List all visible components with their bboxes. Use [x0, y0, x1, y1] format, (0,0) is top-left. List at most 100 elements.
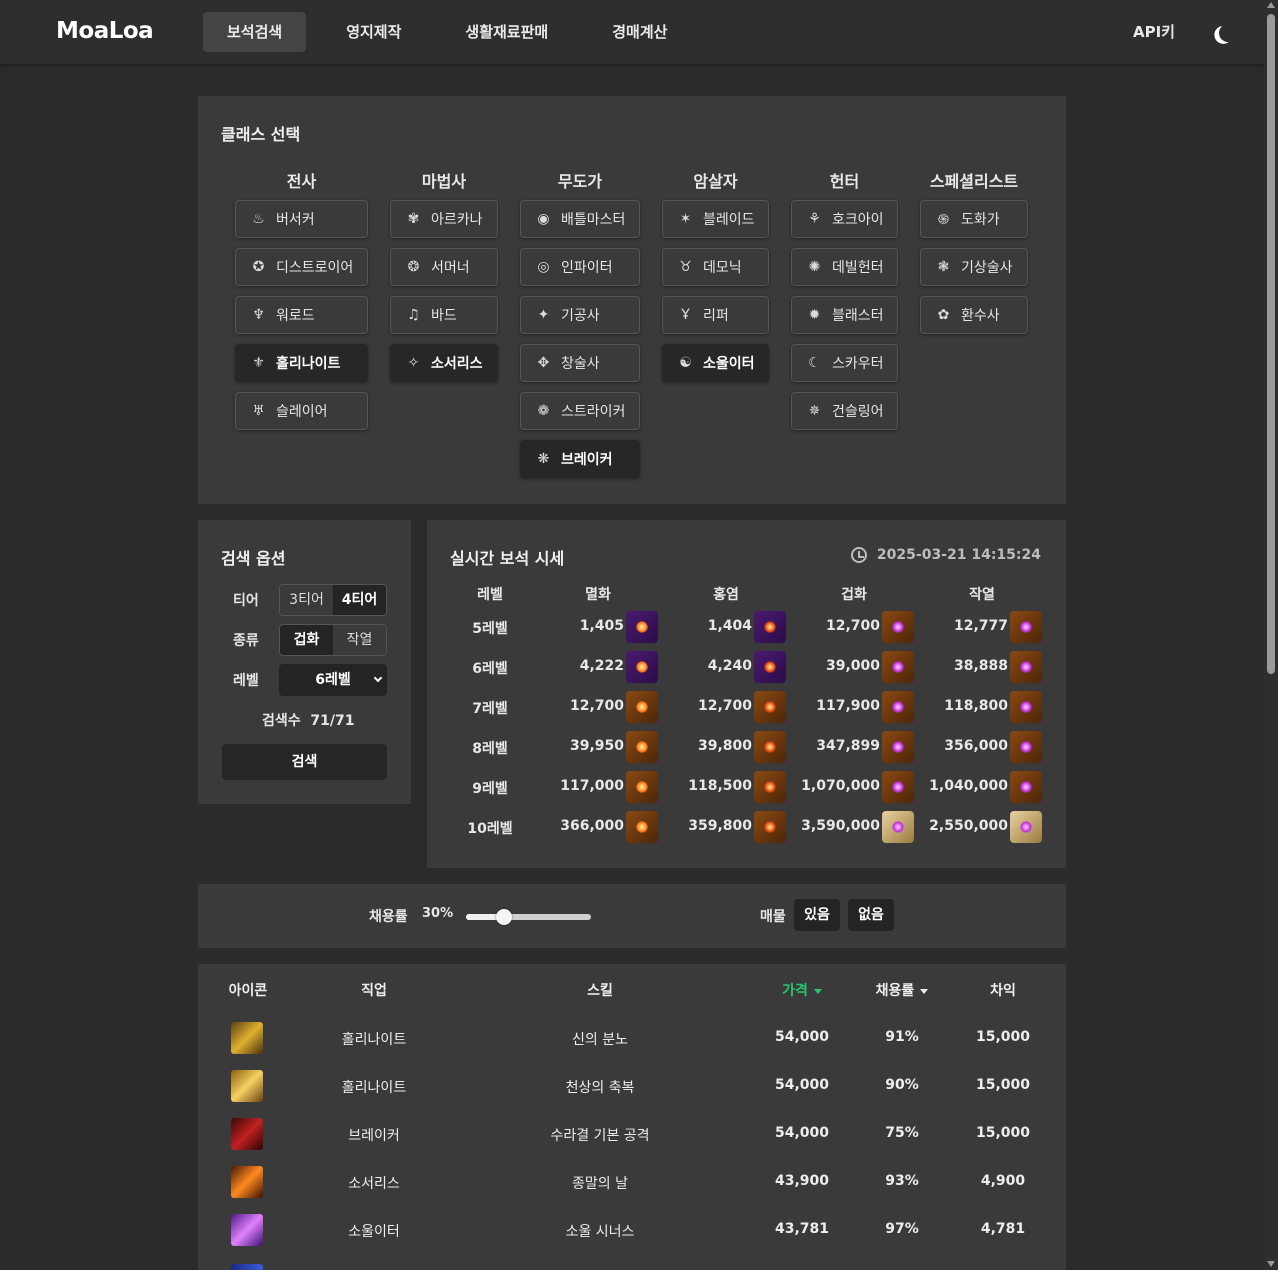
moon-icon[interactable] [1217, 22, 1239, 44]
type-geophwa-option[interactable]: 겁화 [280, 625, 333, 655]
class-btn-gunslinger[interactable]: ✵ 건슬링어 [791, 392, 898, 430]
rt-price-cell: 12,700 [569, 698, 624, 714]
class-btn-blaster[interactable]: ✹ 블래스터 [791, 296, 898, 334]
rt-head-jakyeol: 작열 [969, 587, 995, 603]
reaper-icon: Ұ [681, 307, 690, 323]
arcana-icon: ✾ [407, 211, 420, 227]
main-nav: 보석검색 영지제작 생활재료판매 경매계산 [203, 12, 707, 52]
bard-icon: ♫ [407, 307, 420, 323]
class-btn-infighter[interactable]: ◎ 인파이터 [520, 248, 640, 286]
usage-slider-thumb[interactable] [495, 909, 512, 925]
realtime-price-panel: 실시간 보석 시세 2025-03-21 14:15:24 레벨 멸화 홍염 겁… [427, 520, 1066, 868]
class-btn-scouter[interactable]: ☾ 스카우터 [791, 344, 898, 382]
class-btn-lancemaster[interactable]: ✥ 창술사 [520, 344, 640, 382]
class-btn-breaker[interactable]: ❋ 브레이커 [520, 440, 640, 478]
rt-head-myeolhwa: 멸화 [585, 587, 611, 603]
cell-skill: 신의 분노 [572, 1032, 628, 1048]
type-jakyeol-option[interactable]: 작열 [333, 625, 386, 655]
cell-price: 54,000 [774, 1077, 830, 1093]
warlord-icon: ♆ [252, 307, 265, 323]
demonic-icon: ♉ [679, 259, 692, 275]
level-label: 레벨 [233, 673, 259, 689]
nav-auction-calc[interactable]: 경매계산 [588, 12, 691, 52]
class-btn-aeromancer[interactable]: ❃ 기상술사 [920, 248, 1028, 286]
chevron-down-icon [373, 673, 383, 683]
realtime-timestamp: 2025-03-21 14:15:24 [850, 547, 1041, 563]
scroll-thumb[interactable] [1267, 14, 1275, 674]
th-diff[interactable]: 차익 [963, 980, 1043, 1000]
rt-level-cell: 6레벨 [472, 661, 508, 677]
type-toggle: 겁화 작열 [279, 624, 387, 656]
rt-price-cell: 117,900 [816, 698, 880, 714]
class-btn-soulmaster[interactable]: ✦ 기공사 [520, 296, 640, 334]
class-btn-reaper[interactable]: Ұ 리퍼 [662, 296, 769, 334]
gem-icon [1010, 691, 1042, 723]
th-skill[interactable]: 스킬 [500, 980, 700, 1000]
search-button[interactable]: 검색 [222, 744, 387, 780]
rt-price-cell: 347,899 [816, 738, 880, 754]
rt-price-cell: 1,404 [707, 618, 752, 634]
stock-no-button[interactable]: 없음 [848, 899, 894, 931]
clock-icon [850, 547, 867, 563]
th-job[interactable]: 직업 [324, 980, 424, 1000]
search-options-title: 검색 옵션 [221, 549, 286, 568]
th-price[interactable]: 가격 [762, 980, 842, 1000]
class-btn-destroyer[interactable]: ✪ 디스트로이어 [235, 248, 368, 286]
rt-price-cell: 356,000 [944, 738, 1008, 754]
cell-job: 홀리나이트 [341, 1032, 407, 1048]
class-select-panel: 클래스 선택 전사 ♨ 버서커 ✪ 디스트로이어 ♆ 워로드 ⚜ 홀리나이트 ♅ 슬레이어… [198, 96, 1066, 504]
level-select[interactable]: 6레벨 [279, 664, 387, 696]
class-btn-berserker[interactable]: ♨ 버서커 [235, 200, 368, 238]
results-table: 아이콘 직업 스킬 가격 채용률 차익 홀리나이트 신의 분노 54,000 91% 1… [198, 964, 1066, 1270]
class-btn-warlord[interactable]: ♆ 워로드 [235, 296, 368, 334]
logo[interactable]: MoaLoa [56, 18, 154, 44]
cell-diff: 15,000 [975, 1077, 1031, 1093]
class-btn-summoner[interactable]: ❂ 서머너 [390, 248, 498, 286]
page-scrollbar[interactable] [1264, 0, 1278, 1270]
rt-price-cell: 359,800 [688, 818, 752, 834]
class-btn-artist[interactable]: ֍ 도화가 [920, 200, 1028, 238]
class-btn-souleater[interactable]: ☯ 소울이터 [662, 344, 769, 382]
sort-caret-icon [813, 988, 822, 994]
tier-4-option[interactable]: 4티어 [333, 585, 386, 615]
class-btn-striker[interactable]: ❁ 스트라이커 [520, 392, 640, 430]
search-count: 검색수 71/71 [262, 713, 355, 729]
tier-3-option[interactable]: 3티어 [280, 585, 333, 615]
scroll-down-icon[interactable] [1267, 1261, 1275, 1267]
rt-price-cell: 4,240 [707, 658, 752, 674]
class-btn-hawkeye[interactable]: ⚘ 호크아이 [791, 200, 898, 238]
class-btn-battlemaster[interactable]: ◉ 배틀마스터 [520, 200, 640, 238]
holy-sword-icon [231, 1022, 263, 1054]
stock-yes-button[interactable]: 있음 [794, 899, 840, 931]
scroll-up-icon[interactable] [1267, 2, 1275, 8]
cell-usage: 90% [885, 1077, 919, 1093]
class-btn-wildsoul[interactable]: ✿ 환수사 [920, 296, 1028, 334]
cell-diff: 4,781 [980, 1221, 1026, 1237]
class-btn-devilhunter[interactable]: ✺ 데빌헌터 [791, 248, 898, 286]
rt-price-cell: 118,800 [944, 698, 1008, 714]
berserker-icon: ♨ [252, 211, 265, 227]
cell-price: 54,000 [774, 1125, 830, 1141]
rt-price-cell: 1,070,000 [801, 778, 880, 794]
infighter-icon: ◎ [537, 259, 550, 275]
nav-life-material[interactable]: 생활재료판매 [441, 12, 572, 52]
rt-price-cell: 38,888 [953, 658, 1008, 674]
class-btn-holyknight[interactable]: ⚜ 홀리나이트 [235, 344, 368, 382]
class-btn-blade[interactable]: ✶ 블레이드 [662, 200, 769, 238]
wildsoul-icon: ✿ [937, 307, 950, 323]
nav-gem-search[interactable]: 보석검색 [203, 12, 307, 52]
class-btn-demonic[interactable]: ♉ 데모닉 [662, 248, 769, 286]
class-btn-sorceress[interactable]: ✧ 소서리스 [390, 344, 498, 382]
nav-estate-craft[interactable]: 영지제작 [322, 12, 425, 52]
gem-icon [1010, 611, 1042, 643]
rt-price-cell: 12,777 [953, 618, 1008, 634]
api-key-link[interactable]: API키 [1133, 21, 1175, 42]
cell-job: 소서리스 [348, 1176, 400, 1192]
holy-wings-icon [231, 1070, 263, 1102]
top-header: MoaLoa 보석검색 영지제작 생활재료판매 경매계산 API키 [0, 0, 1264, 64]
usage-slider[interactable] [466, 909, 591, 925]
th-usage[interactable]: 채용률 [862, 980, 942, 1000]
class-btn-bard[interactable]: ♫ 바드 [390, 296, 498, 334]
class-btn-arcana[interactable]: ✾ 아르카나 [390, 200, 498, 238]
class-btn-slayer[interactable]: ♅ 슬레이어 [235, 392, 368, 430]
